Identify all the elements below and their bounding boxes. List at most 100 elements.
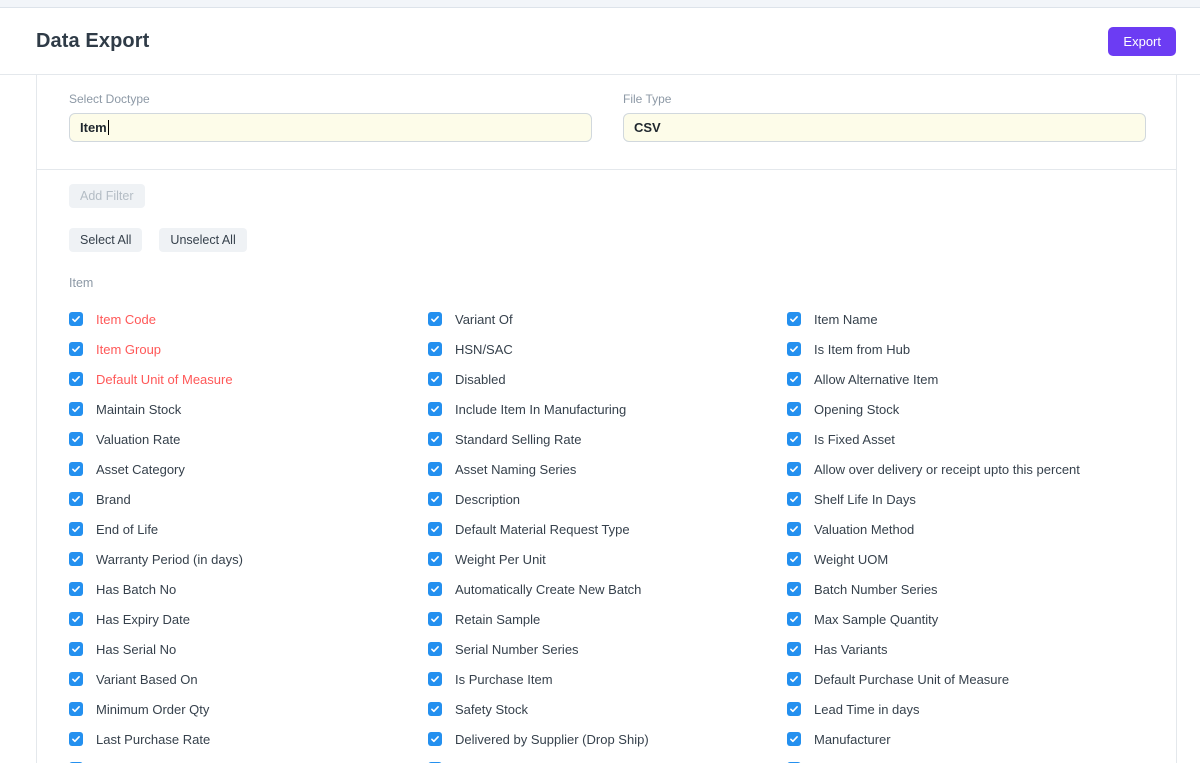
checkbox-checked-icon[interactable] [69,582,83,596]
checkbox-checked-icon[interactable] [787,432,801,446]
field-checkbox-row[interactable]: End of Life [69,514,428,544]
checkbox-checked-icon[interactable] [787,552,801,566]
export-button[interactable]: Export [1108,27,1176,56]
field-checkbox-row[interactable]: Has Variants [787,634,1146,664]
field-checkbox-row[interactable]: Serial Number Series [428,634,787,664]
checkbox-checked-icon[interactable] [787,402,801,416]
field-checkbox-row[interactable]: Customs Tariff Number [787,754,1146,763]
field-checkbox-row[interactable]: Delivered by Supplier (Drop Ship) [428,724,787,754]
field-checkbox-row[interactable]: Minimum Order Qty [69,694,428,724]
checkbox-checked-icon[interactable] [428,672,442,686]
field-checkbox-row[interactable]: Allow Alternative Item [787,364,1146,394]
field-checkbox-row[interactable]: Shelf Life In Days [787,484,1146,514]
field-checkbox-row[interactable]: Weight UOM [787,544,1146,574]
field-checkbox-row[interactable]: Item Group [69,334,428,364]
field-checkbox-row[interactable]: Asset Naming Series [428,454,787,484]
checkbox-checked-icon[interactable] [428,732,442,746]
field-checkbox-row[interactable]: Asset Category [69,454,428,484]
checkbox-checked-icon[interactable] [787,492,801,506]
field-checkbox-row[interactable]: Lead Time in days [787,694,1146,724]
field-checkbox-row[interactable]: Manufacturer [787,724,1146,754]
checkbox-checked-icon[interactable] [69,522,83,536]
checkbox-checked-icon[interactable] [428,582,442,596]
field-checkbox-row[interactable]: Is Item from Hub [787,334,1146,364]
file-type-input[interactable]: CSV [623,113,1146,142]
checkbox-checked-icon[interactable] [428,702,442,716]
checkbox-checked-icon[interactable] [69,462,83,476]
checkbox-checked-icon[interactable] [69,402,83,416]
checkbox-checked-icon[interactable] [69,342,83,356]
field-checkbox-row[interactable]: HSN/SAC [428,334,787,364]
field-checkbox-row[interactable]: Country of Origin [428,754,787,763]
field-checkbox-row[interactable]: Include Item In Manufacturing [428,394,787,424]
checkbox-checked-icon[interactable] [428,342,442,356]
checkbox-checked-icon[interactable] [787,642,801,656]
checkbox-checked-icon[interactable] [69,612,83,626]
field-checkbox-row[interactable]: Brand [69,484,428,514]
checkbox-checked-icon[interactable] [428,522,442,536]
checkbox-checked-icon[interactable] [69,702,83,716]
checkbox-checked-icon[interactable] [69,492,83,506]
checkbox-checked-icon[interactable] [787,342,801,356]
checkbox-checked-icon[interactable] [787,672,801,686]
field-checkbox-row[interactable]: Default Material Request Type [428,514,787,544]
field-checkbox-row[interactable]: Retain Sample [428,604,787,634]
field-checkbox-row[interactable]: Max Sample Quantity [787,604,1146,634]
select-all-button[interactable]: Select All [69,228,142,252]
checkbox-checked-icon[interactable] [69,642,83,656]
checkbox-checked-icon[interactable] [787,702,801,716]
checkbox-checked-icon[interactable] [428,642,442,656]
field-checkbox-row[interactable]: Has Expiry Date [69,604,428,634]
checkbox-checked-icon[interactable] [428,372,442,386]
field-checkbox-row[interactable]: Valuation Rate [69,424,428,454]
field-checkbox-row[interactable]: Disabled [428,364,787,394]
field-checkbox-row[interactable]: Safety Stock [428,694,787,724]
field-checkbox-row[interactable]: Standard Selling Rate [428,424,787,454]
field-checkbox-row[interactable]: Default Unit of Measure [69,364,428,394]
doctype-input[interactable]: Item [69,113,592,142]
field-checkbox-row[interactable]: Is Purchase Item [428,664,787,694]
field-checkbox-row[interactable]: Variant Based On [69,664,428,694]
field-checkbox-row[interactable]: Valuation Method [787,514,1146,544]
add-filter-button[interactable]: Add Filter [69,184,145,208]
checkbox-checked-icon[interactable] [428,432,442,446]
field-checkbox-row[interactable]: Has Serial No [69,634,428,664]
field-checkbox-row[interactable]: Is Fixed Asset [787,424,1146,454]
field-checkbox-row[interactable]: Has Batch No [69,574,428,604]
checkbox-checked-icon[interactable] [428,462,442,476]
checkbox-checked-icon[interactable] [69,552,83,566]
field-checkbox-row[interactable]: Warranty Period (in days) [69,544,428,574]
field-checkbox-row[interactable]: Description [428,484,787,514]
field-checkbox-row[interactable]: Weight Per Unit [428,544,787,574]
field-checkbox-row[interactable]: Maintain Stock [69,394,428,424]
field-checkbox-row[interactable]: Default Purchase Unit of Measure [787,664,1146,694]
checkbox-checked-icon[interactable] [428,552,442,566]
field-checkbox-row[interactable]: Batch Number Series [787,574,1146,604]
field-label: Default Purchase Unit of Measure [814,672,1009,687]
checkbox-checked-icon[interactable] [787,732,801,746]
field-checkbox-row[interactable]: Automatically Create New Batch [428,574,787,604]
field-checkbox-row[interactable]: Last Purchase Rate [69,724,428,754]
checkbox-checked-icon[interactable] [787,462,801,476]
field-checkbox-row[interactable]: Variant Of [428,304,787,334]
field-checkbox-row[interactable]: Opening Stock [787,394,1146,424]
checkbox-checked-icon[interactable] [69,432,83,446]
checkbox-checked-icon[interactable] [428,492,442,506]
checkbox-checked-icon[interactable] [787,612,801,626]
checkbox-checked-icon[interactable] [428,312,442,326]
checkbox-checked-icon[interactable] [787,372,801,386]
checkbox-checked-icon[interactable] [69,312,83,326]
field-checkbox-row[interactable]: Item Name [787,304,1146,334]
checkbox-checked-icon[interactable] [428,612,442,626]
checkbox-checked-icon[interactable] [69,372,83,386]
checkbox-checked-icon[interactable] [428,402,442,416]
field-checkbox-row[interactable]: Manufacturer Part Number [69,754,428,763]
checkbox-checked-icon[interactable] [787,312,801,326]
field-checkbox-row[interactable]: Item Code [69,304,428,334]
field-checkbox-row[interactable]: Allow over delivery or receipt upto this… [787,454,1146,484]
checkbox-checked-icon[interactable] [69,672,83,686]
unselect-all-button[interactable]: Unselect All [159,228,246,252]
checkbox-checked-icon[interactable] [69,732,83,746]
checkbox-checked-icon[interactable] [787,582,801,596]
checkbox-checked-icon[interactable] [787,522,801,536]
